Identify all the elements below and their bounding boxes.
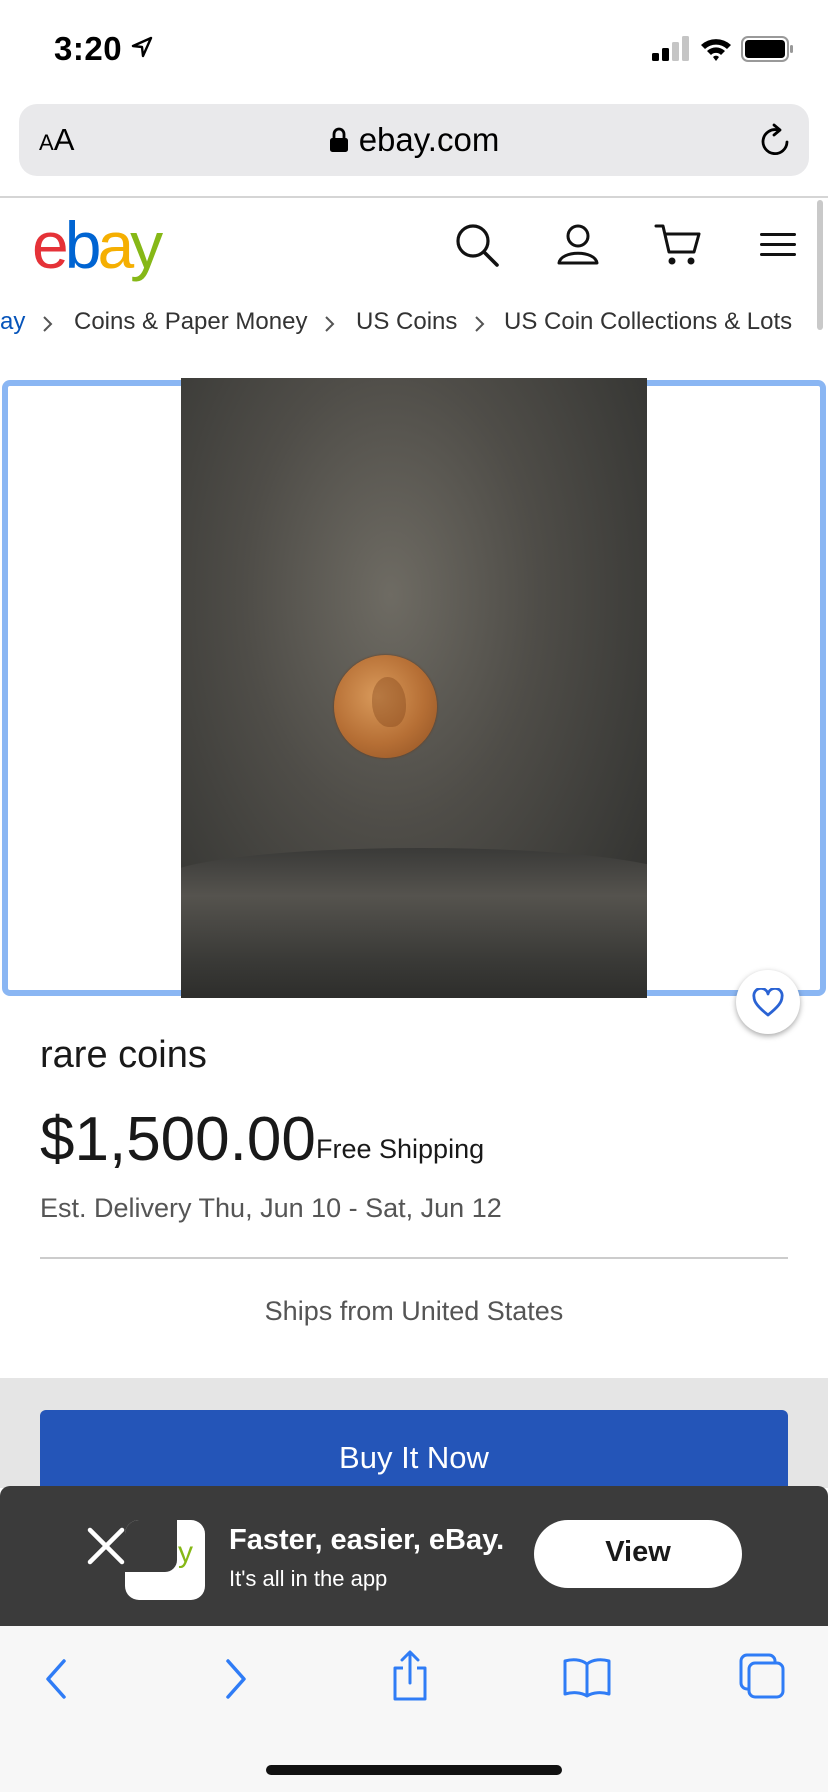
chevron-right-icon [474, 312, 486, 340]
close-icon[interactable] [86, 1526, 126, 1571]
account-icon[interactable] [556, 222, 600, 271]
breadcrumb-item-ebay[interactable]: ay [0, 308, 25, 336]
fabric-fold [181, 848, 647, 998]
divider [40, 1257, 788, 1259]
chevron-right-icon [324, 312, 336, 340]
forward-icon[interactable] [224, 1658, 248, 1705]
cart-icon[interactable] [654, 222, 702, 273]
item-photo[interactable] [181, 378, 647, 998]
url-display[interactable]: ebay.com [19, 121, 809, 161]
cellular-signal-icon [652, 36, 692, 62]
item-title: rare coins [40, 1034, 207, 1076]
ebay-app-icon: y [125, 1520, 205, 1600]
lock-icon [329, 123, 349, 161]
chevron-right-icon [42, 312, 54, 340]
watch-button[interactable] [736, 970, 800, 1034]
ships-from: Ships from United States [264, 1296, 564, 1326]
back-icon[interactable] [44, 1658, 68, 1705]
address-bar[interactable]: AA ebay.com [19, 104, 809, 176]
heart-icon [752, 988, 784, 1017]
url-domain: ebay.com [358, 121, 500, 158]
status-bar: 3:20 [0, 0, 828, 96]
scroll-indicator [817, 200, 823, 330]
shipping-info: Free Shipping [316, 1134, 485, 1164]
status-time: 3:20 [54, 30, 123, 67]
url-divider [0, 196, 828, 198]
tabs-icon[interactable] [738, 1652, 786, 1705]
coin [334, 655, 437, 758]
delivery-estimate: Est. Delivery Thu, Jun 10 - Sat, Jun 12 [40, 1193, 502, 1223]
battery-icon [741, 36, 795, 67]
banner-subtitle: It's all in the app [229, 1566, 388, 1591]
breadcrumb-item-coins-paper-money[interactable]: Coins & Paper Money [74, 308, 307, 336]
breadcrumb-item-us-coins[interactable]: US Coins [356, 308, 457, 336]
item-price: $1,500.00 [40, 1105, 316, 1174]
bookmarks-icon[interactable] [562, 1656, 612, 1703]
ebay-logo[interactable]: ebay [32, 210, 163, 280]
wifi-icon [699, 36, 733, 67]
breadcrumb-item-us-coin-collections-lots[interactable]: US Coin Collections & Lots [504, 308, 792, 336]
menu-icon[interactable] [758, 230, 798, 265]
location-arrow-icon [131, 36, 153, 63]
search-icon[interactable] [454, 222, 500, 273]
app-banner: y Faster, easier, eBay. It's all in the … [0, 1486, 828, 1626]
home-indicator [266, 1765, 562, 1775]
share-icon[interactable] [390, 1650, 430, 1707]
banner-title: Faster, easier, eBay. [229, 1524, 505, 1556]
reload-icon[interactable] [759, 122, 793, 163]
view-app-button[interactable]: View [534, 1520, 742, 1588]
